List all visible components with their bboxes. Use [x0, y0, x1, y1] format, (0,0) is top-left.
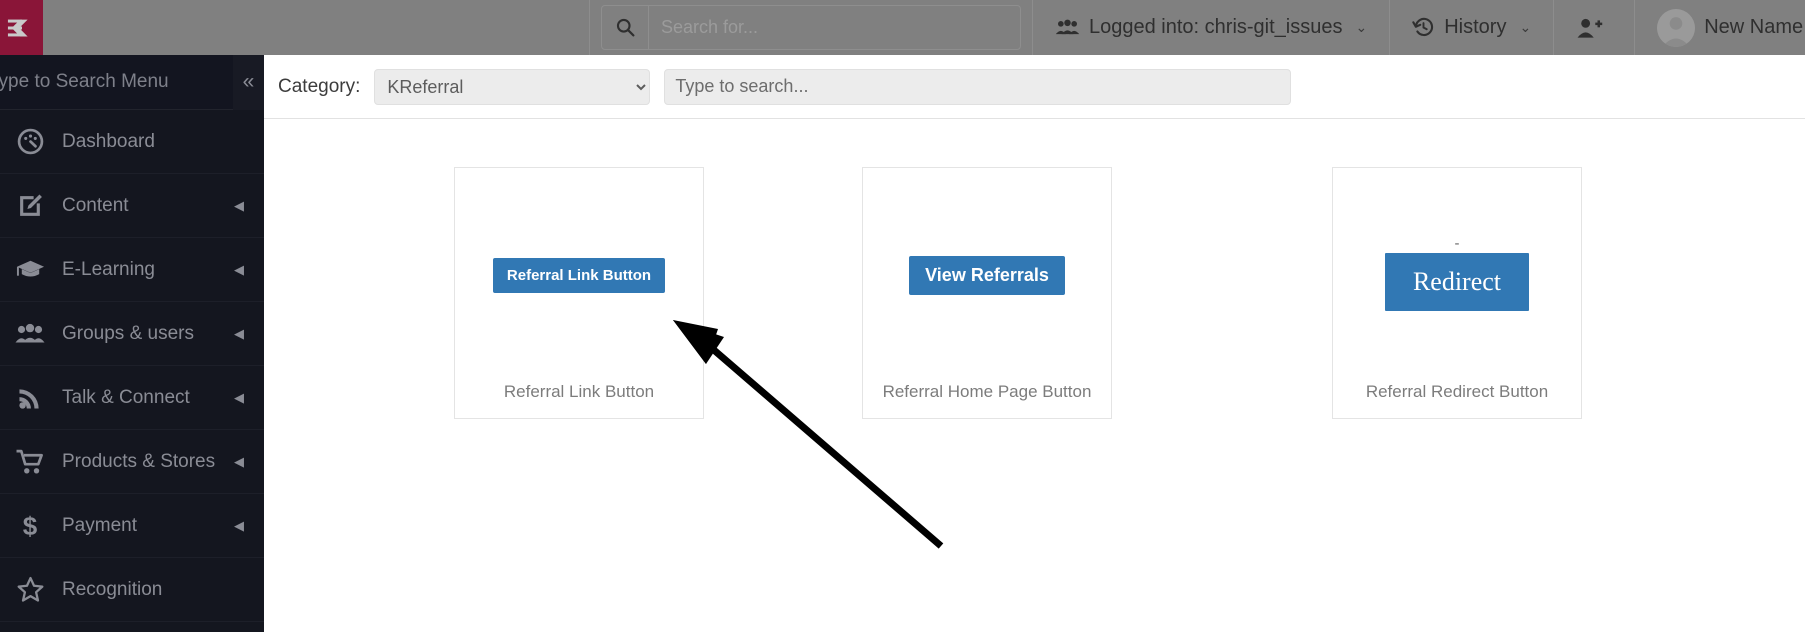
sidebar-item-label: Talk & Connect	[62, 386, 190, 408]
app-root: Logged into: chris-git_issues ⌄ History …	[0, 0, 1805, 632]
logged-into-label: Logged into: chris-git_issues	[1089, 16, 1343, 38]
referral-link-button[interactable]: Referral Link Button	[492, 257, 666, 293]
chevron-left-icon: ◀	[234, 325, 244, 341]
users-group-icon	[1055, 18, 1080, 37]
avatar	[1657, 8, 1696, 47]
sidebar-item-payment[interactable]: $ Payment ◀	[0, 494, 264, 558]
sidebar-item-label: Products & Stores	[62, 450, 216, 472]
history-clock-icon	[1412, 16, 1435, 39]
sidebar-menu-search-input[interactable]	[0, 55, 233, 109]
sidebar-item-label: Recognition	[62, 578, 163, 600]
main-content: Category: KReferral Referral Link Button…	[264, 55, 1805, 632]
search-submit-button[interactable]	[602, 6, 649, 49]
card-caption: Referral Link Button	[503, 382, 655, 401]
redirect-dash-text: -	[1454, 235, 1460, 252]
history-label: History	[1444, 16, 1507, 38]
sidebar: « Dashboard Conten	[0, 55, 264, 632]
star-outline-icon	[6, 576, 54, 603]
search-icon	[616, 18, 635, 37]
card-preview: View Referrals	[863, 168, 1111, 382]
category-select[interactable]: KReferral	[374, 68, 651, 105]
card-grid: Referral Link Button Referral Link Butto…	[264, 119, 1805, 419]
sidebar-collapse-button[interactable]: «	[233, 55, 264, 110]
logged-into-menu[interactable]: Logged into: chris-git_issues ⌄	[1033, 0, 1391, 55]
sidebar-item-e-learning[interactable]: E-Learning ◀	[0, 238, 264, 302]
card-referral-link-button[interactable]: Referral Link Button Referral Link Butto…	[454, 167, 704, 419]
shopping-cart-icon	[6, 449, 54, 475]
filter-bar: Category: KReferral	[264, 55, 1805, 119]
sidebar-item-label: Dashboard	[62, 130, 155, 152]
double-chevron-left-icon: «	[242, 70, 255, 93]
card-caption: Referral Redirect Button	[1365, 382, 1549, 401]
account-label: New Name	[1704, 16, 1804, 38]
global-search-container	[589, 0, 1033, 55]
sidebar-item-label: Content	[62, 194, 129, 216]
header-left-spacer	[43, 0, 589, 55]
sidebar-item-label: Payment	[62, 514, 137, 536]
top-header-bar: Logged into: chris-git_issues ⌄ History …	[0, 0, 1805, 55]
sidebar-item-dashboard[interactable]: Dashboard	[0, 110, 264, 174]
user-plus-icon	[1576, 17, 1603, 39]
add-user-button[interactable]	[1554, 0, 1636, 55]
svg-text:$: $	[23, 512, 38, 540]
sidebar-item-talk-connect[interactable]: Talk & Connect ◀	[0, 366, 264, 430]
chevron-left-icon: ◀	[234, 261, 244, 277]
chevron-left-icon: ◀	[234, 517, 244, 533]
graduation-cap-icon	[6, 257, 54, 282]
account-menu[interactable]: New Name ⌄	[1635, 0, 1805, 55]
sidebar-search-row: «	[0, 55, 264, 110]
global-search-group	[601, 5, 1021, 50]
search-input[interactable]	[649, 6, 1020, 49]
sidebar-item-content[interactable]: Content ◀	[0, 174, 264, 238]
sidebar-item-groups-users[interactable]: Groups & users ◀	[0, 302, 264, 366]
card-caption: Referral Home Page Button	[882, 382, 1092, 401]
app-logo[interactable]	[0, 0, 43, 55]
avatar-icon	[1657, 8, 1696, 47]
dashboard-gauge-icon	[6, 128, 54, 155]
chevron-left-icon: ◀	[234, 453, 244, 469]
chevron-left-icon: ◀	[234, 197, 244, 213]
card-referral-redirect-button[interactable]: - Redirect Referral Redirect Button	[1332, 167, 1582, 419]
dollar-sign-icon: $	[6, 512, 54, 540]
content-edit-icon	[6, 192, 54, 219]
card-preview: Referral Link Button	[455, 168, 703, 382]
chevron-down-icon: ⌄	[1355, 19, 1368, 35]
history-menu[interactable]: History ⌄	[1390, 0, 1555, 55]
card-referral-home-page-button[interactable]: View Referrals Referral Home Page Button	[862, 167, 1112, 419]
chevron-left-icon: ◀	[234, 389, 244, 405]
redirect-button[interactable]: Redirect	[1384, 253, 1530, 311]
sidebar-item-label: Groups & users	[62, 322, 194, 344]
card-preview: - Redirect	[1333, 168, 1581, 382]
content-search-input[interactable]	[664, 68, 1292, 105]
users-group-icon	[6, 323, 54, 344]
kzo-logo-icon	[7, 19, 28, 36]
view-referrals-button[interactable]: View Referrals	[909, 255, 1065, 295]
chevron-down-icon: ⌄	[1519, 19, 1532, 35]
sidebar-item-products-stores[interactable]: Products & Stores ◀	[0, 430, 264, 494]
category-label: Category:	[278, 75, 361, 97]
rss-feed-icon	[6, 385, 54, 410]
sidebar-item-recognition[interactable]: Recognition	[0, 558, 264, 622]
sidebar-item-label: E-Learning	[62, 258, 155, 280]
